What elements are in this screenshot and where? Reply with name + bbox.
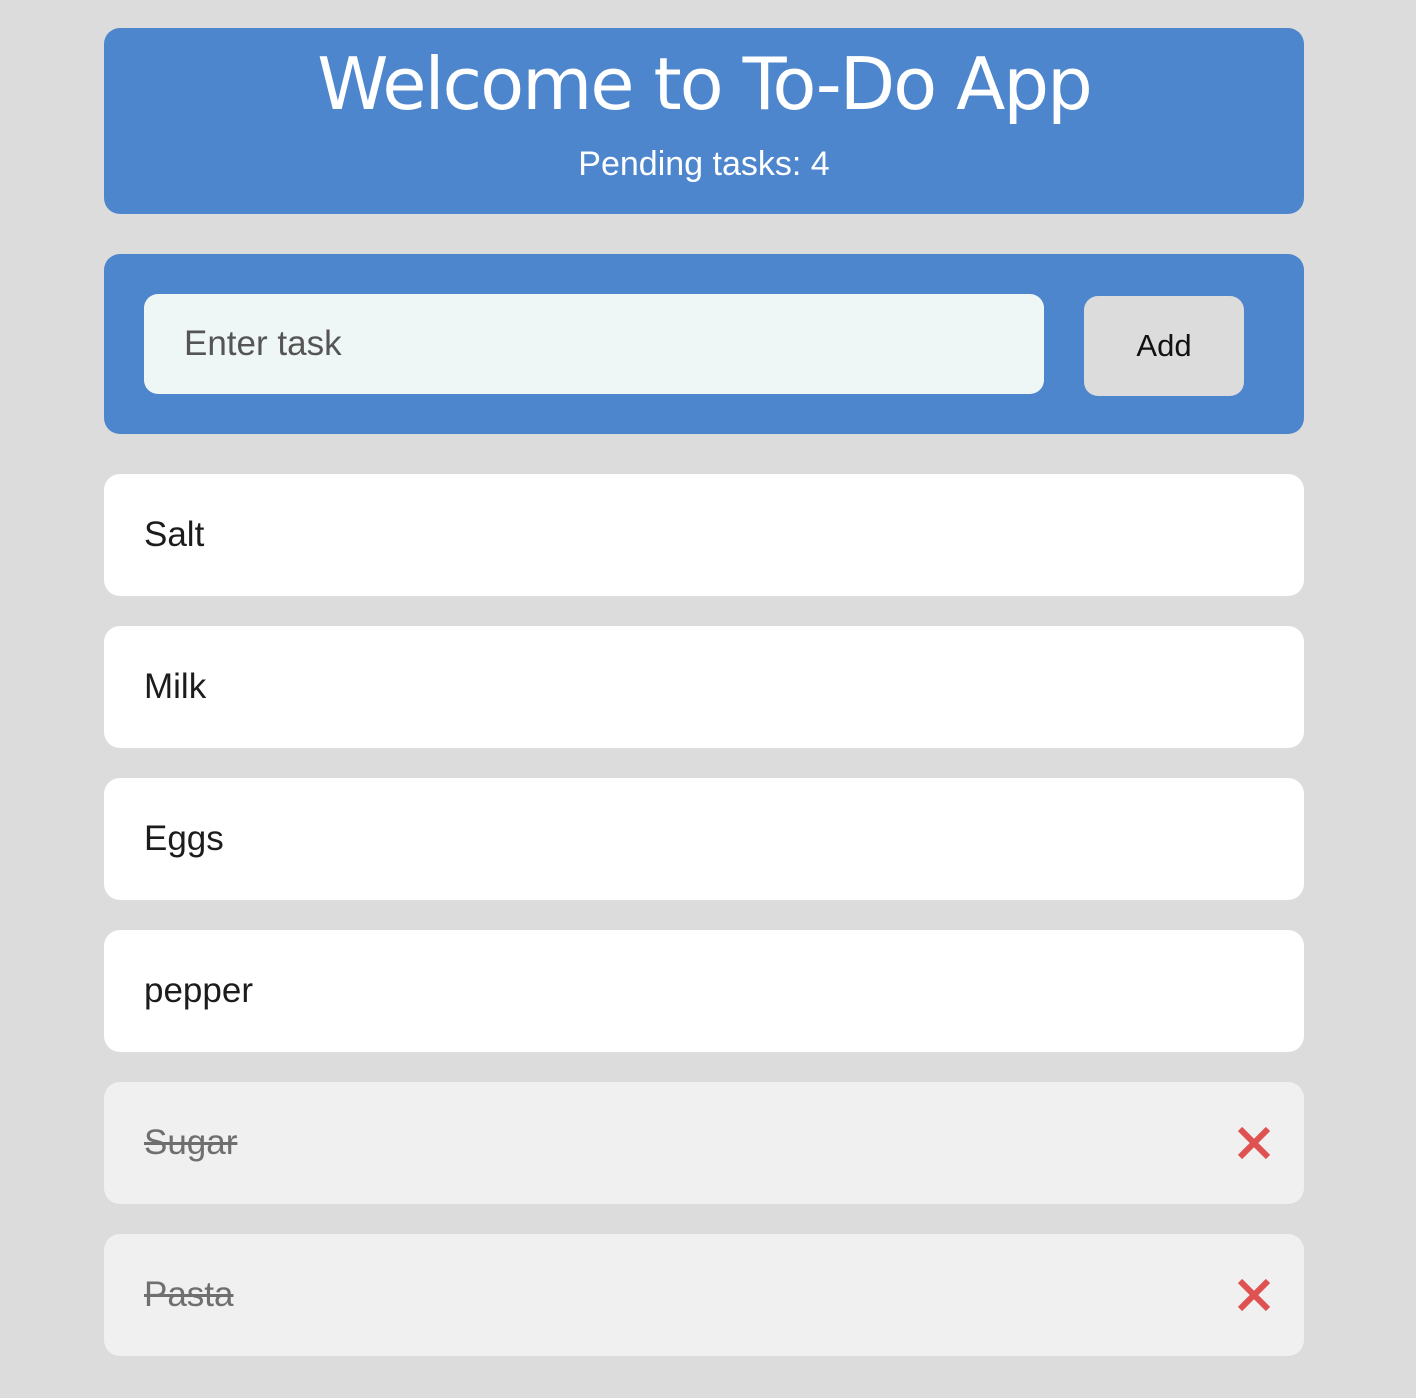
task-label: pepper [144,971,253,1010]
task-item[interactable]: Eggs [104,778,1304,900]
task-item[interactable]: Salt [104,474,1304,596]
task-label: Pasta [144,1275,234,1314]
delete-task-button[interactable] [1236,1125,1272,1161]
task-list: Salt Milk Eggs pepper Sugar Pasta [104,474,1304,1386]
task-label: Eggs [144,819,224,858]
task-label: Salt [144,515,205,554]
completed-task-item[interactable]: Sugar [104,1082,1304,1204]
add-task-form: Add [104,254,1304,434]
task-label: Sugar [144,1123,238,1162]
app-header: Welcome to To-Do App Pending tasks: 4 [104,28,1304,214]
page-title: Welcome to To-Do App [317,42,1093,126]
add-button[interactable]: Add [1084,296,1244,396]
pending-count: Pending tasks: 4 [578,145,830,183]
task-input[interactable] [144,294,1044,394]
task-item[interactable]: Milk [104,626,1304,748]
task-label: Milk [144,667,207,706]
close-icon [1237,1278,1271,1312]
delete-task-button[interactable] [1236,1277,1272,1313]
task-item[interactable]: pepper [104,930,1304,1052]
close-icon [1237,1126,1271,1160]
completed-task-item[interactable]: Pasta [104,1234,1304,1356]
